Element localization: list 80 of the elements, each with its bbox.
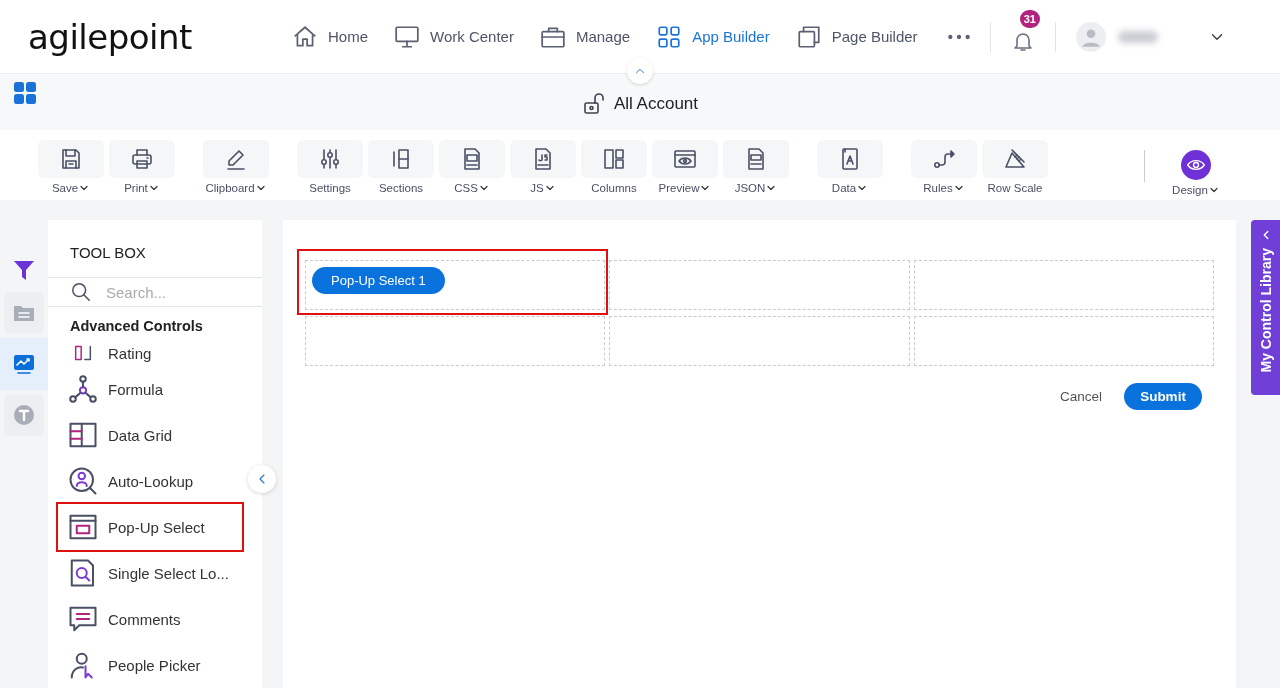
toolbox-item[interactable]: Formula — [48, 366, 246, 412]
nav-link[interactable]: Page Builder — [795, 23, 918, 50]
filter-icon — [12, 258, 36, 282]
tool-button[interactable] — [510, 140, 576, 178]
preview-icon — [673, 147, 697, 171]
logo: agilepoint — [28, 16, 193, 57]
tool-button[interactable] — [817, 140, 883, 178]
toolbox-item[interactable]: Rating — [48, 340, 246, 366]
data-grid-icon — [68, 420, 98, 450]
sliders-icon — [318, 147, 342, 171]
pencil-icon — [224, 147, 248, 171]
apps-icon[interactable] — [13, 81, 37, 105]
letter-t-icon — [12, 403, 36, 427]
nav-link[interactable]: Manage — [539, 23, 631, 50]
tool-button[interactable] — [982, 140, 1048, 178]
window-icon — [68, 512, 98, 542]
tool-label[interactable]: Columns — [591, 182, 637, 194]
tool-button[interactable] — [652, 140, 718, 178]
toolbox-item[interactable]: Comments — [48, 596, 246, 642]
toolbox-item[interactable]: Auto-Lookup — [48, 458, 246, 504]
blurred-name — [1117, 30, 1158, 43]
form-cell[interactable] — [913, 316, 1214, 366]
tool-button[interactable] — [203, 140, 269, 178]
toolbox-item[interactable]: People Picker — [48, 642, 246, 688]
grid-icon — [656, 23, 683, 50]
nav-link[interactable]: Home — [292, 23, 368, 50]
form-cell[interactable] — [609, 316, 910, 366]
toolbox-item[interactable]: Single Select Lo... — [48, 550, 246, 596]
monitor-icon — [394, 23, 420, 50]
chart-screen-icon — [12, 352, 36, 376]
copy-icon — [795, 23, 822, 50]
route-icon — [932, 147, 956, 171]
toolbox-item[interactable]: Data Grid — [48, 412, 246, 458]
submit-button[interactable]: Submit — [1124, 383, 1202, 410]
tool-button[interactable] — [723, 140, 789, 178]
tool-button[interactable] — [109, 140, 175, 178]
search-person-icon — [68, 466, 98, 496]
mode-label[interactable]: Design — [1172, 184, 1220, 196]
form-cell[interactable] — [913, 260, 1214, 310]
save-icon — [59, 147, 83, 171]
tool-button[interactable] — [38, 140, 104, 178]
nav-link[interactable]: Work Center — [394, 23, 514, 50]
form-cell[interactable] — [609, 260, 910, 310]
cancel-button[interactable]: Cancel — [1053, 383, 1108, 410]
search-field[interactable]: Search... — [104, 282, 248, 302]
tool-label[interactable]: Print — [124, 182, 160, 194]
unlock-icon — [581, 92, 606, 116]
tool-label[interactable]: Sections — [378, 182, 424, 194]
design-button[interactable] — [1181, 150, 1211, 180]
tool-label[interactable]: JSON — [734, 182, 778, 194]
tool-button[interactable] — [439, 140, 505, 178]
popup-select-button[interactable]: Pop-Up Select 1 — [312, 267, 445, 294]
tool-button[interactable] — [581, 140, 647, 178]
toolbox-item[interactable]: Pop-Up Select — [48, 504, 246, 550]
tool-button[interactable] — [368, 140, 434, 178]
page-title: All Account — [613, 94, 699, 114]
rail-tab[interactable] — [0, 338, 48, 390]
tool-label[interactable]: Rules — [923, 182, 965, 194]
tool-label[interactable]: CSS — [454, 182, 490, 194]
tool-button[interactable] — [297, 140, 363, 178]
tool-label[interactable]: Preview — [658, 182, 712, 194]
layout-icon — [602, 147, 626, 171]
tool-label[interactable]: Settings — [309, 182, 351, 194]
ruler-icon — [1003, 147, 1027, 171]
side-panel-tab[interactable]: My Control Library — [1251, 220, 1280, 395]
nav-link[interactable]: App Builder — [656, 23, 770, 50]
search-icon — [70, 281, 92, 303]
tool-button[interactable] — [911, 140, 977, 178]
comment-icon — [68, 604, 98, 634]
tool-label[interactable]: Data — [831, 182, 869, 194]
nodes-icon — [68, 374, 98, 404]
form-cell[interactable]: Pop-Up Select 1 — [305, 260, 606, 310]
tool-label[interactable]: Clipboard — [205, 182, 267, 194]
tool-label[interactable]: Save — [51, 182, 91, 194]
panel-title: TOOL BOX — [48, 220, 262, 278]
tool-label[interactable]: JS — [530, 182, 556, 194]
tool-label[interactable]: Row Scale — [987, 182, 1043, 194]
notification-badge: 31 — [1019, 9, 1040, 28]
form-cell[interactable] — [305, 316, 606, 366]
printer-icon — [130, 147, 154, 171]
